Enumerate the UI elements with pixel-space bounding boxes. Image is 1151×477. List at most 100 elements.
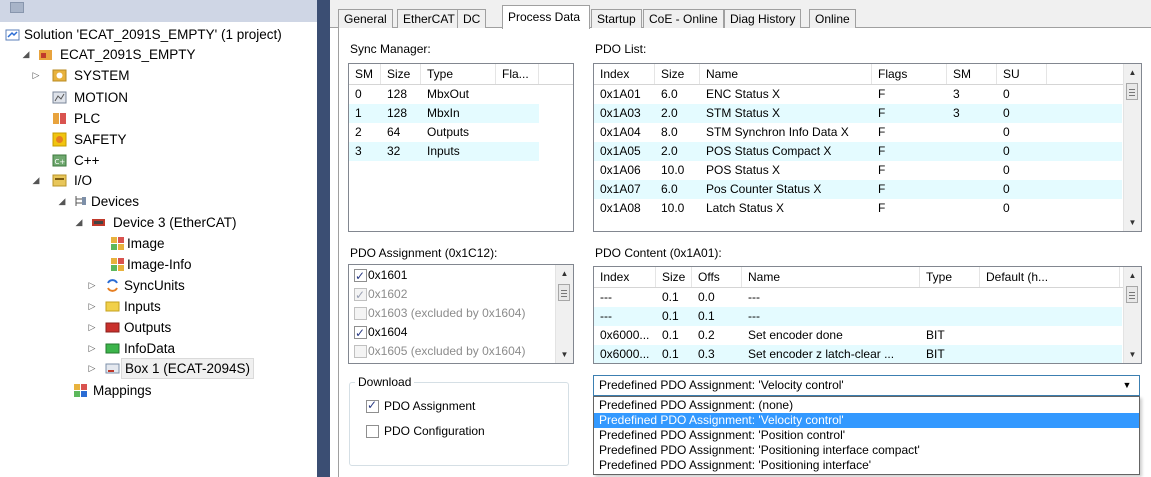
expand-arrow-icon[interactable]: ▷: [30, 65, 42, 86]
pdo-assignment-item-checkbox[interactable]: [354, 286, 367, 305]
tab-general[interactable]: General: [338, 9, 393, 28]
dropdown-option[interactable]: Predefined PDO Assignment: 'Velocity con…: [594, 413, 1139, 428]
scroll-thumb[interactable]: [1126, 83, 1138, 100]
tree-item-cpp[interactable]: C+ C++: [30, 150, 100, 171]
column-header-name[interactable]: Name: [742, 267, 920, 287]
pdo-content-row[interactable]: 0x6000... 0.1 0.3 Set encoder z latch-clear…: [594, 345, 1122, 363]
tree-item-inputs[interactable]: ▷ Inputs: [86, 296, 161, 317]
column-header-offs[interactable]: Offs: [692, 267, 742, 287]
column-header-size[interactable]: Size: [656, 267, 692, 287]
column-header-flags[interactable]: Fla...: [496, 64, 539, 84]
column-header-index[interactable]: Index: [594, 267, 656, 287]
dropdown-option[interactable]: Predefined PDO Assignment: 'Positioning …: [594, 443, 1139, 458]
column-header-su[interactable]: SU: [997, 64, 1047, 84]
tree-item-mappings[interactable]: Mappings: [73, 380, 152, 401]
pdo-assignment-item-checkbox[interactable]: [354, 307, 367, 320]
column-header-default[interactable]: Default (h...: [980, 267, 1120, 287]
pdo-content-row[interactable]: --- 0.1 0.0 ---: [594, 288, 1122, 307]
pdo-assignment-item-checkbox[interactable]: [354, 324, 367, 343]
pdo-assignment-checkbox[interactable]: [366, 398, 379, 413]
column-header-size[interactable]: Size: [381, 64, 421, 84]
pdo-assignment-checkbox-label[interactable]: PDO Assignment: [384, 399, 475, 413]
column-header-sm[interactable]: SM: [349, 64, 381, 84]
tab-dc[interactable]: DC: [457, 9, 487, 28]
tree-item-solution[interactable]: Solution 'ECAT_2091S_EMPTY' (1 project): [5, 24, 282, 45]
scroll-thumb[interactable]: [558, 284, 570, 301]
pdo-list-row[interactable]: 0x1A03 2.0 STM Status X F 3 0: [594, 104, 1122, 123]
dropdown-option[interactable]: Predefined PDO Assignment: 'Position con…: [594, 428, 1139, 443]
scroll-up-icon[interactable]: ▲: [1124, 64, 1141, 81]
sync-manager-row[interactable]: 3 32 Inputs: [349, 142, 539, 161]
sync-manager-row[interactable]: 0 128 MbxOut: [349, 85, 539, 104]
sync-manager-row[interactable]: 2 64 Outputs: [349, 123, 539, 142]
column-header-flags[interactable]: Flags: [872, 64, 947, 84]
pdo-content-list[interactable]: Index Size Offs Name Type Default (h... …: [593, 266, 1142, 364]
column-header-name[interactable]: Name: [700, 64, 872, 84]
expand-arrow-icon[interactable]: ▷: [86, 358, 98, 379]
tree-item-motion[interactable]: MOTION: [30, 87, 128, 108]
tree-item-project[interactable]: ◢ ECAT_2091S_EMPTY: [20, 44, 196, 65]
scroll-down-icon[interactable]: ▼: [1124, 346, 1141, 363]
tree-item-infodata[interactable]: ▷ InfoData: [86, 338, 176, 359]
expand-arrow-icon[interactable]: ▷: [86, 338, 98, 359]
tree-item-box-1[interactable]: ▷ Box 1 (ECAT-2094S): [86, 358, 255, 379]
tree-item-safety[interactable]: SAFETY: [30, 129, 127, 150]
expand-arrow-icon[interactable]: ▷: [86, 296, 98, 317]
dropdown-option[interactable]: Predefined PDO Assignment: (none): [594, 398, 1139, 413]
collapse-arrow-icon[interactable]: ◢: [20, 44, 32, 65]
sync-manager-row[interactable]: 1 128 MbxIn: [349, 104, 539, 123]
tab-online[interactable]: Online: [809, 9, 856, 28]
tab-diag-history[interactable]: Diag History: [724, 9, 802, 28]
pdo-list[interactable]: Index Size Name Flags SM SU 0x1A01 6.0 ENC…: [593, 63, 1142, 232]
column-header-type[interactable]: Type: [421, 64, 496, 84]
scroll-up-icon[interactable]: ▲: [556, 265, 573, 282]
pdo-assignment-item-checkbox[interactable]: [354, 267, 367, 286]
pdo-content-row[interactable]: 0x6000... 0.1 0.2 Set encoder done BIT: [594, 326, 1122, 345]
collapse-arrow-icon[interactable]: ◢: [56, 191, 68, 212]
pdo-assignment-scrollbar[interactable]: ▲ ▼: [555, 265, 573, 363]
tree-item-syncunits[interactable]: ▷ SyncUnits: [86, 275, 185, 296]
collapse-arrow-icon[interactable]: ◢: [30, 170, 42, 191]
scroll-down-icon[interactable]: ▼: [1124, 214, 1141, 231]
tree-item-image-info[interactable]: Image-Info: [110, 254, 192, 275]
tree-item-system[interactable]: ▷ SYSTEM: [30, 65, 130, 86]
pdo-content-row[interactable]: --- 0.1 0.1 ---: [594, 307, 1122, 326]
tab-ethercat[interactable]: EtherCAT: [397, 9, 461, 28]
pdo-configuration-checkbox[interactable]: [366, 425, 379, 438]
pdo-list-row[interactable]: 0x1A08 10.0 Latch Status X F 0: [594, 199, 1122, 218]
tab-process-data[interactable]: Process Data: [502, 5, 590, 29]
tree-item-io[interactable]: ◢ I/O: [30, 170, 92, 191]
column-header-size[interactable]: Size: [655, 64, 700, 84]
pdo-configuration-checkbox-label[interactable]: PDO Configuration: [384, 424, 485, 438]
tree-item-device-3[interactable]: ◢ Device 3 (EtherCAT): [73, 212, 237, 233]
collapse-arrow-icon[interactable]: ◢: [73, 212, 85, 233]
pane-splitter[interactable]: [317, 0, 330, 477]
tree-item-devices[interactable]: ◢ Devices: [56, 191, 139, 212]
scroll-down-icon[interactable]: ▼: [556, 346, 573, 363]
tab-startup[interactable]: Startup: [591, 9, 642, 28]
scroll-thumb[interactable]: [1126, 286, 1138, 303]
pdo-list-row[interactable]: 0x1A07 6.0 Pos Counter Status X F 0: [594, 180, 1122, 199]
tree-item-outputs[interactable]: ▷ Outputs: [86, 317, 172, 338]
expand-arrow-icon[interactable]: ▷: [86, 275, 98, 296]
pdo-list-row[interactable]: 0x1A04 8.0 STM Synchron Info Data X F 0: [594, 123, 1122, 142]
dropdown-option[interactable]: Predefined PDO Assignment: 'Positioning …: [594, 458, 1139, 473]
column-header-type[interactable]: Type: [920, 267, 980, 287]
tree-item-image[interactable]: Image: [110, 233, 165, 254]
pdo-list-row[interactable]: 0x1A01 6.0 ENC Status X F 3 0: [594, 85, 1122, 104]
tree-item-plc[interactable]: PLC: [30, 108, 100, 129]
pdo-content-scrollbar[interactable]: ▲ ▼: [1123, 267, 1141, 363]
column-header-sm[interactable]: SM: [947, 64, 997, 84]
pdo-assignment-list[interactable]: 0x1601 0x1602 0x1603 (excluded by 0x1604) 0…: [348, 264, 574, 364]
pdo-assignment-item-checkbox[interactable]: [354, 345, 367, 358]
properties-icon[interactable]: [10, 2, 24, 13]
expand-arrow-icon[interactable]: ▷: [86, 317, 98, 338]
tab-coe-online[interactable]: CoE - Online: [643, 9, 724, 28]
scroll-up-icon[interactable]: ▲: [1124, 267, 1141, 284]
sync-manager-list[interactable]: SM Size Type Fla... 0 128 MbxOut 1 128 MbxIn 2…: [348, 63, 574, 232]
column-header-index[interactable]: Index: [594, 64, 655, 84]
pdo-list-row[interactable]: 0x1A05 2.0 POS Status Compact X F 0: [594, 142, 1122, 161]
pdo-list-row[interactable]: 0x1A06 10.0 POS Status X F 0: [594, 161, 1122, 180]
dropdown-arrow-icon[interactable]: ▼: [1118, 377, 1136, 394]
pdo-list-scrollbar[interactable]: ▲ ▼: [1123, 64, 1141, 231]
